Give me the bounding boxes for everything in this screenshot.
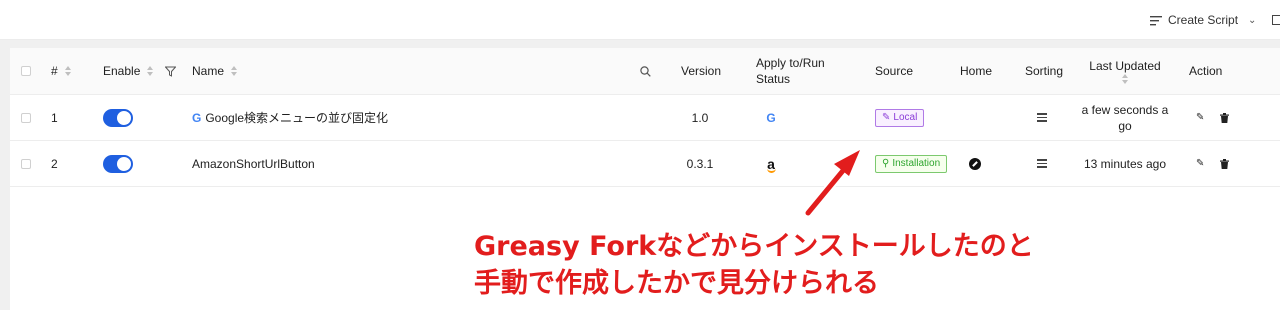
homepage-link-icon[interactable] xyxy=(969,141,981,186)
search-icon[interactable] xyxy=(640,48,651,94)
table-row: 1 G Google検索メニューの並び固定化 1.0 G ✎ Local a f… xyxy=(10,95,1280,141)
sort-icon[interactable] xyxy=(147,66,154,76)
enable-toggle-cell xyxy=(103,141,133,186)
create-script-button[interactable]: Create Script ⌄ xyxy=(1150,11,1256,29)
chevron-down-icon: ⌄ xyxy=(1248,14,1257,26)
col-version: Version xyxy=(681,64,722,78)
col-source: Source xyxy=(875,64,914,78)
row-checkbox-cell xyxy=(21,95,31,140)
source-badge-installation: ⚲ Installation xyxy=(875,154,948,173)
col-home: Home xyxy=(960,64,993,78)
google-favicon-icon: G xyxy=(192,110,202,125)
enable-toggle[interactable] xyxy=(103,154,133,173)
script-version: 0.3.1 xyxy=(686,156,714,171)
google-icon: G xyxy=(766,110,776,125)
select-all-checkbox[interactable] xyxy=(21,66,31,76)
user-icon: ⚲ xyxy=(882,158,890,169)
col-apply-status: Apply to/Run Status xyxy=(756,56,825,86)
edit-icon[interactable]: ✎ xyxy=(1196,141,1204,186)
menu-icon[interactable] xyxy=(1272,15,1280,25)
sort-icon[interactable] xyxy=(64,66,71,76)
delete-icon[interactable] xyxy=(1220,95,1229,140)
source-cell: ⚲ Installation xyxy=(875,141,948,186)
delete-icon[interactable] xyxy=(1220,141,1229,186)
pencil-icon: ✎ xyxy=(882,112,891,123)
script-version: 1.0 xyxy=(691,110,709,125)
last-updated: a few seconds a go xyxy=(1081,102,1169,133)
source-badge-local: ✎ Local xyxy=(875,108,925,127)
col-name[interactable]: Name xyxy=(192,48,238,94)
sort-icon[interactable] xyxy=(1122,74,1128,84)
annotation-text-line2: 手動で作成したかで見分けられる xyxy=(474,268,879,299)
row-number: 1 xyxy=(51,110,58,125)
row-checkbox[interactable] xyxy=(21,158,31,169)
drag-handle-icon[interactable] xyxy=(1037,141,1047,186)
row-checkbox-cell xyxy=(21,141,31,186)
select-all-cell xyxy=(21,48,31,94)
sort-icon[interactable] xyxy=(231,66,238,76)
filter-icon[interactable] xyxy=(165,48,176,94)
col-sorting: Sorting xyxy=(1025,64,1064,78)
amazon-icon: a xyxy=(767,155,776,173)
enable-toggle-cell xyxy=(103,95,133,140)
last-updated: 13 minutes ago xyxy=(1083,156,1167,171)
row-checkbox[interactable] xyxy=(21,112,31,123)
col-action: Action xyxy=(1189,64,1223,78)
source-cell: ✎ Local xyxy=(875,95,925,140)
top-toolbar: Create Script ⌄ xyxy=(0,0,1280,40)
enable-toggle[interactable] xyxy=(103,108,133,127)
row-number: 2 xyxy=(51,156,58,171)
table-header: # Enable Name Version Apply to/Run Statu… xyxy=(10,48,1280,95)
col-last-updated[interactable]: Last Updated xyxy=(1080,48,1170,94)
create-script-label: Create Script xyxy=(1168,13,1239,27)
drag-handle-icon[interactable] xyxy=(1037,95,1047,140)
list-icon xyxy=(1150,15,1162,25)
annotation-text-line1: Greasy Forkなどからインストールしたのと xyxy=(474,231,1034,262)
col-enable[interactable]: Enable xyxy=(103,48,154,94)
script-name[interactable]: AmazonShortUrlButton xyxy=(192,141,315,186)
table-row: 2 AmazonShortUrlButton 0.3.1 a ⚲ Install… xyxy=(10,141,1280,187)
col-num[interactable]: # xyxy=(51,48,71,94)
script-name-cell: G Google検索メニューの並び固定化 xyxy=(192,95,388,140)
edit-icon[interactable]: ✎ xyxy=(1196,95,1204,140)
script-name[interactable]: Google検索メニューの並び固定化 xyxy=(205,109,388,126)
